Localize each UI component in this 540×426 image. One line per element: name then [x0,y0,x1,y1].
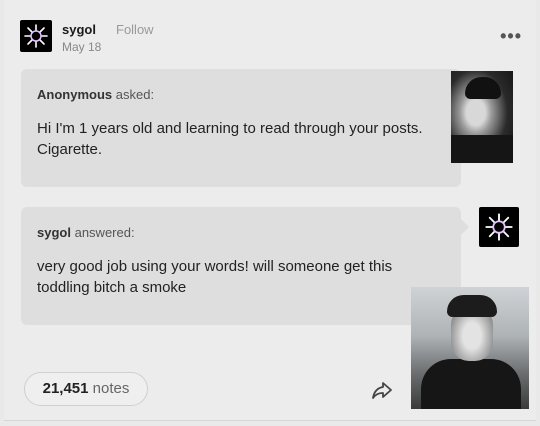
answered-suffix: answered: [74,225,135,240]
answer-text: very good job using your words! will som… [37,258,393,296]
share-arrow-icon [372,382,392,399]
answerer-name[interactable]: sygol [37,225,71,240]
follow-button[interactable]: Follow [116,22,154,37]
bubble-tail [461,219,469,235]
asker-line: Anonymous asked: [37,87,445,102]
notes-label: notes [92,380,130,397]
question-text: Hi I'm 1 years old and learning to read … [37,120,423,158]
photo-detail [465,77,501,99]
starburst-icon [485,213,513,241]
share-icon[interactable] [370,378,394,402]
post-header: sygol Follow May 18 ••• [20,18,522,58]
answer-bubble: sygol answered: very good job using your… [21,207,469,325]
photo-detail [421,359,521,409]
photo-detail [447,295,497,317]
asker-name: Anonymous [37,87,113,102]
notes-count: 21,451 [42,380,89,397]
asker-photo [451,71,513,163]
answer-photo [411,287,529,409]
starburst-icon [24,24,48,48]
blog-name[interactable]: sygol [62,22,96,37]
more-options-icon[interactable]: ••• [500,26,522,47]
photo-detail [451,135,513,163]
post-card: sygol Follow May 18 ••• Anonymous asked:… [4,0,536,421]
asked-suffix: asked: [115,87,155,102]
answerer-avatar[interactable] [479,207,519,247]
answerer-line: sygol answered: [37,225,445,240]
ask-bubble: Anonymous asked: Hi I'm 1 years old and … [21,69,469,187]
notes-button[interactable]: 21,451 notes [24,372,148,406]
post-date[interactable]: May 18 [62,40,101,54]
blog-avatar[interactable] [20,20,52,52]
